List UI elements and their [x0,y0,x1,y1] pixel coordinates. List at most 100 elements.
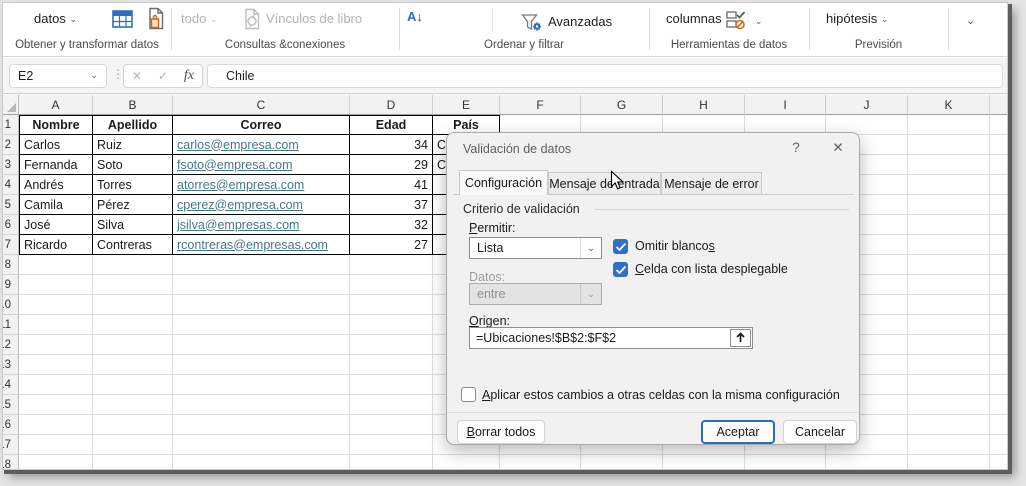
cell[interactable] [500,455,581,469]
cell[interactable] [93,395,173,415]
row-header[interactable]: 7 [3,235,19,255]
cell[interactable]: Nombre [19,115,93,135]
cell[interactable] [19,295,93,315]
cell[interactable] [173,355,350,375]
row-header[interactable]: 18 [3,455,19,469]
advanced-filter-icon[interactable] [521,13,543,33]
confirm-entry-icon[interactable]: ✓ [158,69,168,83]
email-link[interactable]: fsoto@empresa.com [177,158,293,172]
cell[interactable] [581,455,663,469]
cell[interactable]: 37 [350,195,433,215]
cell[interactable] [663,455,745,469]
chevron-down-icon[interactable]: ⌄ [755,16,763,27]
email-link[interactable]: rcontreras@empresas.com [177,238,328,252]
cell[interactable]: Ruiz [93,135,173,155]
insert-function-icon[interactable]: fx [184,68,194,84]
cell[interactable]: Camila [19,195,93,215]
cell[interactable]: Torres [93,175,173,195]
column-header[interactable]: H [663,95,745,115]
aceptar-button[interactable]: Aceptar [701,420,775,444]
cell[interactable] [990,215,1007,235]
cell[interactable] [350,455,433,469]
column-header[interactable]: I [745,95,826,115]
email-link[interactable]: carlos@empresa.com [177,138,299,152]
cell[interactable]: Silva [93,215,173,235]
cell[interactable] [908,195,990,215]
row-header[interactable]: 6 [3,215,19,235]
cell[interactable] [908,415,990,435]
cell[interactable] [93,255,173,275]
cell[interactable] [350,315,433,335]
cell[interactable] [173,295,350,315]
cell[interactable] [173,335,350,355]
cell[interactable] [19,395,93,415]
row-header[interactable]: 16 [3,415,19,435]
cell[interactable] [990,415,1007,435]
cell[interactable] [19,455,93,469]
cell[interactable] [908,455,990,469]
column-header[interactable]: F [500,95,581,115]
cell[interactable]: fsoto@empresa.com [173,155,350,175]
cell[interactable] [93,375,173,395]
row-header[interactable]: 13 [3,355,19,375]
cancelar-button[interactable]: Cancelar [783,420,857,444]
cell[interactable] [93,435,173,455]
formula-input[interactable]: Chile [207,64,1003,88]
cell[interactable] [908,155,990,175]
cell[interactable]: rcontreras@empresas.com [173,235,350,255]
aplicar-cambios-checkbox[interactable] [461,387,476,402]
cell[interactable] [990,335,1007,355]
cell[interactable] [908,135,990,155]
cell[interactable]: 41 [350,175,433,195]
cell[interactable] [19,415,93,435]
cell[interactable] [990,375,1007,395]
cell[interactable] [173,315,350,335]
from-table-icon[interactable] [111,9,134,29]
row-header[interactable]: 8 [3,255,19,275]
cell[interactable]: Contreras [93,235,173,255]
cell[interactable] [990,195,1007,215]
cell[interactable]: 34 [350,135,433,155]
row-header[interactable]: 11 [3,315,19,335]
select-all-corner[interactable] [3,95,19,115]
data-validation-icon[interactable] [725,9,749,31]
row-header[interactable]: 3 [3,155,19,175]
cell[interactable] [908,435,990,455]
cell[interactable] [908,215,990,235]
cell[interactable] [350,275,433,295]
get-data-button[interactable]: datos ⌄ [34,11,77,26]
cell[interactable] [19,435,93,455]
cell[interactable] [990,395,1007,415]
cell[interactable] [93,275,173,295]
close-icon[interactable]: ✕ [829,140,847,156]
chevron-down-icon[interactable]: ⌄ [580,238,601,258]
cell[interactable] [350,255,433,275]
cell[interactable] [990,275,1007,295]
sort-az-icon[interactable]: A↓ [407,9,423,24]
cell[interactable]: Andrés [19,175,93,195]
column-header[interactable]: G [581,95,663,115]
advanced-filter-button[interactable]: Avanzadas [548,14,612,29]
cell[interactable]: Ricardo [19,235,93,255]
cell[interactable] [990,155,1007,175]
what-if-analysis-button[interactable]: hipótesis ⌄ [826,11,888,26]
cell[interactable] [908,315,990,335]
column-header[interactable]: D [350,95,433,115]
cell[interactable] [19,275,93,295]
cell[interactable] [173,395,350,415]
row-header[interactable]: 12 [3,335,19,355]
cell[interactable] [93,335,173,355]
cell[interactable] [350,375,433,395]
row-header[interactable]: 9 [3,275,19,295]
row-header[interactable]: 14 [3,375,19,395]
collapse-dialog-icon[interactable] [730,329,751,347]
cell[interactable]: José [19,215,93,235]
cell[interactable]: 29 [350,155,433,175]
row-header[interactable]: 17 [3,435,19,455]
data-dropdown-disabled[interactable]: entre ⌄ [469,283,602,305]
cell[interactable] [19,315,93,335]
omitir-blancos-checkbox[interactable] [613,239,628,254]
cell[interactable] [173,275,350,295]
cell[interactable] [908,355,990,375]
cell[interactable] [93,455,173,469]
